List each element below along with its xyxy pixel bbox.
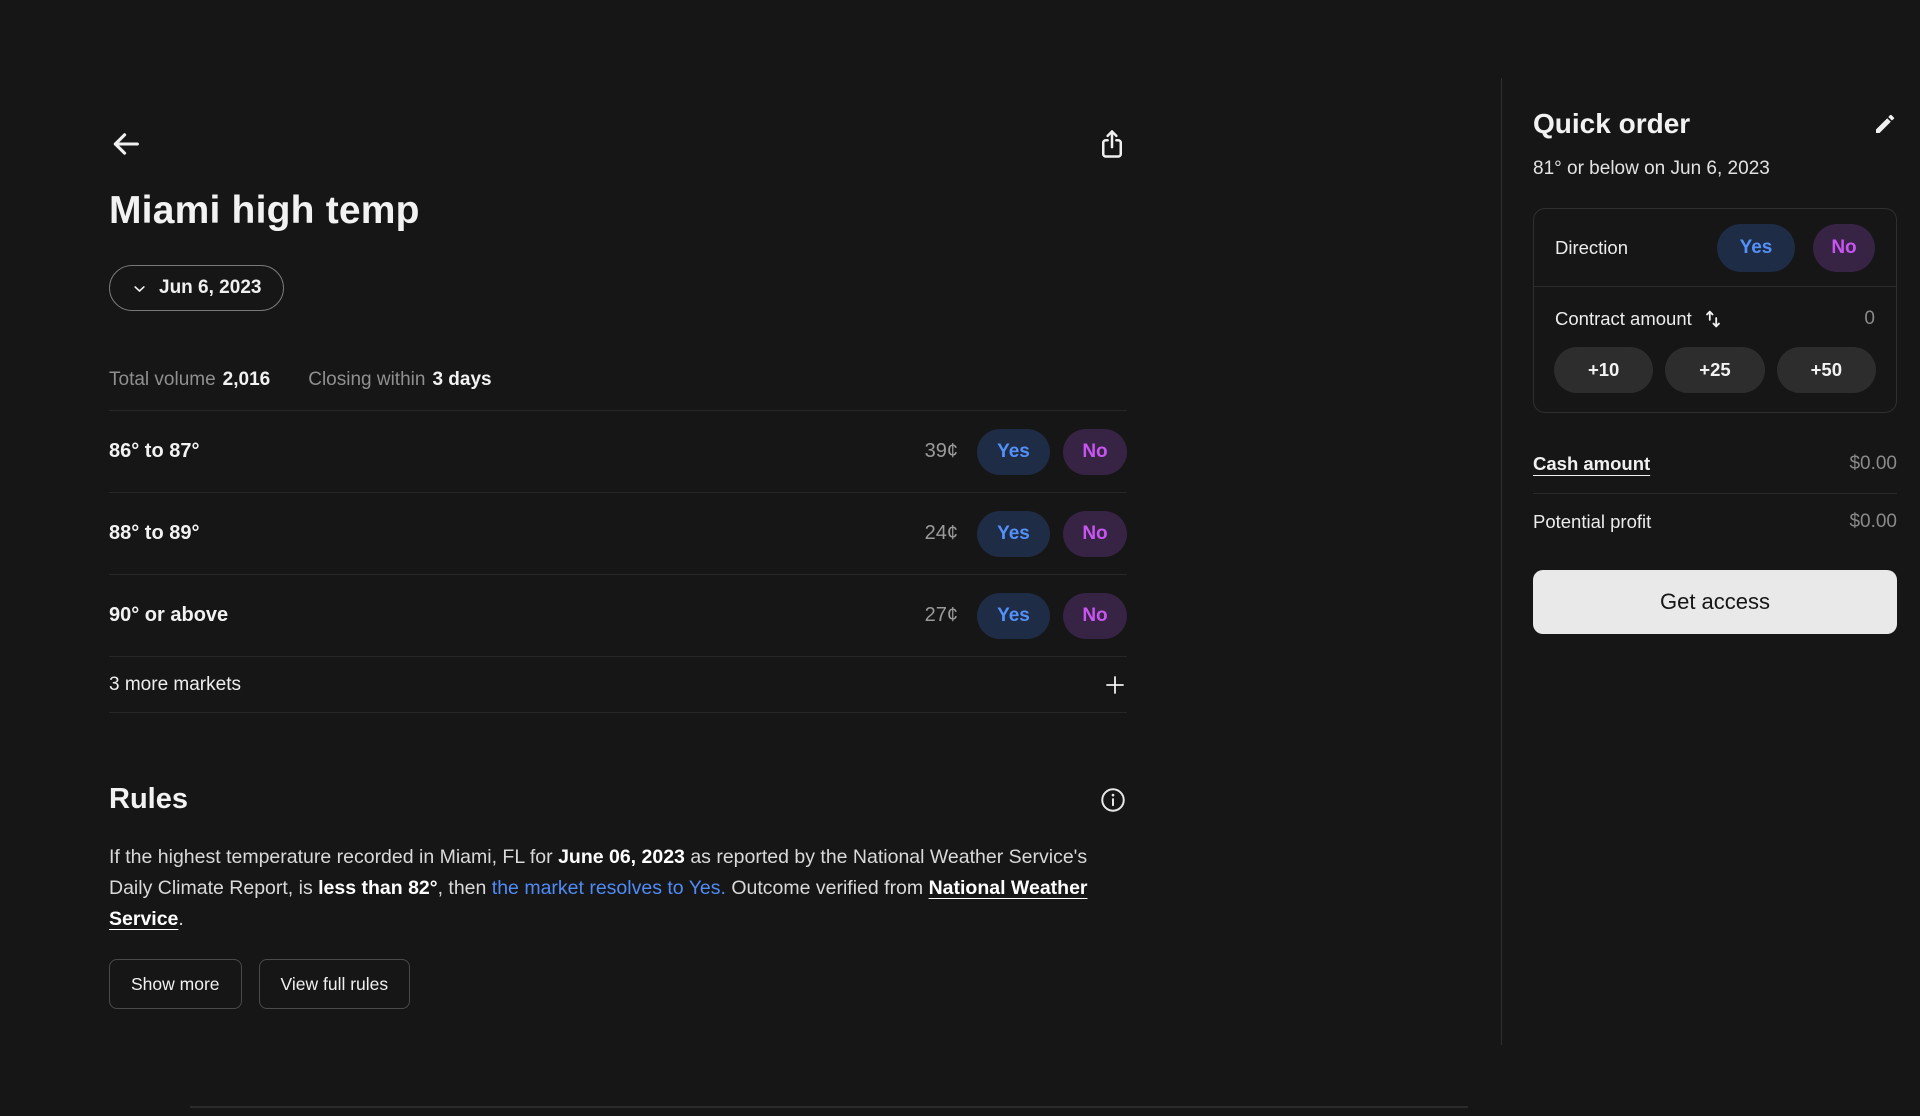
yes-button[interactable]: Yes — [977, 511, 1050, 557]
section-divider — [190, 1106, 1468, 1108]
sort-arrows-icon[interactable] — [1702, 307, 1724, 331]
quick-order-title: Quick order — [1533, 108, 1690, 140]
get-access-button[interactable]: Get access — [1533, 570, 1897, 634]
rules-date: June 06, 2023 — [558, 846, 685, 868]
increment-buttons: +10 +25 +50 — [1534, 331, 1896, 412]
back-button[interactable] — [109, 127, 143, 161]
rules-title: Rules — [109, 783, 188, 816]
no-button[interactable]: No — [1063, 511, 1127, 557]
more-markets-label: 3 more markets — [109, 674, 241, 696]
market-detail-main: Miami high temp Jun 6, 2023 Total volume… — [109, 0, 1127, 1009]
direction-yes-button[interactable]: Yes — [1717, 224, 1795, 272]
contract-amount-value: 0 — [1864, 308, 1875, 330]
contract-amount-left: Contract amount — [1555, 307, 1724, 331]
page-title: Miami high temp — [109, 189, 1127, 233]
rules-text-part: Outcome verified from — [726, 877, 929, 899]
direction-row: Direction Yes No — [1534, 209, 1896, 287]
yes-button[interactable]: Yes — [977, 429, 1050, 475]
market-row-90-above: 90° or above 27¢ Yes No — [109, 575, 1127, 657]
pencil-icon — [1873, 112, 1897, 136]
potential-profit-label: Potential profit — [1533, 511, 1651, 533]
market-row-88-89: 88° to 89° 24¢ Yes No — [109, 493, 1127, 575]
total-volume-label: Total volume — [109, 369, 216, 390]
cash-amount-row: Cash amount $0.00 — [1533, 453, 1897, 494]
no-button[interactable]: No — [1063, 429, 1127, 475]
market-label: 86° to 87° — [109, 440, 199, 463]
cash-amount-label[interactable]: Cash amount — [1533, 453, 1650, 475]
increment-25-button[interactable]: +25 — [1665, 347, 1764, 393]
rules-info-button[interactable] — [1099, 786, 1127, 814]
no-button[interactable]: No — [1063, 593, 1127, 639]
contract-amount-label: Contract amount — [1555, 308, 1692, 330]
market-label: 88° to 89° — [109, 522, 199, 545]
closing-label: Closing within — [308, 369, 425, 390]
rules-text: If the highest temperature recorded in M… — [109, 842, 1127, 935]
potential-profit-value: $0.00 — [1849, 511, 1897, 533]
date-dropdown[interactable]: Jun 6, 2023 — [109, 265, 284, 311]
market-price: 27¢ — [925, 604, 958, 627]
rules-buttons: Show more View full rules — [109, 959, 1127, 1009]
market-actions: 27¢ Yes No — [925, 593, 1127, 639]
share-button[interactable] — [1097, 127, 1127, 161]
markets-list: 86° to 87° 39¢ Yes No 88° to 89° 24¢ Yes… — [109, 410, 1127, 713]
sidebar-divider — [1501, 78, 1502, 1045]
cash-amount-value: $0.00 — [1849, 453, 1897, 475]
quick-order-subtitle: 81° or below on Jun 6, 2023 — [1533, 158, 1897, 180]
info-icon — [1099, 786, 1127, 814]
market-stats: Total volume 2,016 Closing within 3 days — [109, 369, 1127, 391]
view-full-rules-button[interactable]: View full rules — [259, 959, 411, 1009]
yes-button[interactable]: Yes — [977, 593, 1050, 639]
order-panel: Direction Yes No Contract amount 0 +10 +… — [1533, 208, 1897, 413]
quick-order-sidebar: Quick order 81° or below on Jun 6, 2023 … — [1533, 0, 1897, 634]
market-actions: 24¢ Yes No — [925, 511, 1127, 557]
edit-order-button[interactable] — [1873, 112, 1897, 136]
direction-no-button[interactable]: No — [1813, 224, 1875, 272]
increment-50-button[interactable]: +50 — [1777, 347, 1876, 393]
potential-profit-row: Potential profit $0.00 — [1533, 494, 1897, 533]
rules-text-part: , then — [438, 877, 492, 899]
date-dropdown-label: Jun 6, 2023 — [159, 277, 261, 299]
plus-icon — [1103, 673, 1127, 697]
show-more-button[interactable]: Show more — [109, 959, 242, 1009]
direction-label: Direction — [1555, 237, 1628, 259]
rules-text-part: . — [178, 908, 183, 930]
back-arrow-icon — [109, 127, 143, 161]
total-volume-value: 2,016 — [223, 369, 271, 390]
rules-text-part: If the highest temperature recorded in M… — [109, 846, 558, 868]
closing-within: Closing within 3 days — [308, 369, 491, 391]
total-volume: Total volume 2,016 — [109, 369, 270, 391]
quick-order-header: Quick order — [1533, 108, 1897, 140]
rules-threshold: less than 82° — [318, 877, 437, 899]
direction-toggle: Yes No — [1717, 224, 1875, 272]
market-row-86-87: 86° to 87° 39¢ Yes No — [109, 411, 1127, 493]
contract-amount-row: Contract amount 0 — [1534, 287, 1896, 331]
share-icon — [1097, 127, 1127, 161]
topbar — [109, 125, 1127, 163]
market-label: 90° or above — [109, 604, 228, 627]
market-actions: 39¢ Yes No — [925, 429, 1127, 475]
more-markets-row[interactable]: 3 more markets — [109, 657, 1127, 713]
resolves-to-yes-link[interactable]: the market resolves to Yes. — [492, 877, 726, 899]
market-price: 24¢ — [925, 522, 958, 545]
chevron-down-icon — [132, 281, 147, 296]
closing-value: 3 days — [432, 369, 491, 390]
rules-header: Rules — [109, 783, 1127, 816]
increment-10-button[interactable]: +10 — [1554, 347, 1653, 393]
market-price: 39¢ — [925, 440, 958, 463]
